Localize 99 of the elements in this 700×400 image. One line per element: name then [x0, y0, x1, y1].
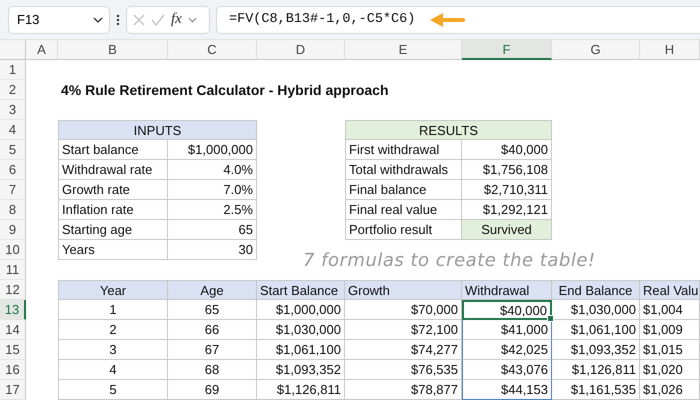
table-cell: $1,061,100: [552, 320, 640, 340]
row-header[interactable]: 10: [0, 240, 26, 260]
table-cell: 30: [168, 240, 257, 260]
column-heading: Withdrawal: [462, 280, 552, 300]
checkmark-icon[interactable]: [151, 14, 165, 26]
table-cell: 2: [58, 320, 168, 340]
column-heading: Start Balance: [257, 280, 345, 300]
table-cell: Final balance: [345, 180, 462, 200]
table-cell: $1,004: [640, 300, 700, 320]
table-cell: $1,030,000: [552, 300, 640, 320]
row-header[interactable]: 4: [0, 120, 26, 140]
column-header[interactable]: A: [26, 40, 58, 60]
table-cell: $72,100: [345, 320, 462, 340]
column-header[interactable]: D: [257, 40, 345, 60]
table-cell: 66: [168, 320, 257, 340]
column-heading: End Balance: [552, 280, 640, 300]
table-cell: $1,093,352: [552, 340, 640, 360]
row-header[interactable]: 7: [0, 180, 26, 200]
table-cell: Final real value: [345, 200, 462, 220]
name-box[interactable]: F13: [8, 6, 110, 34]
column-header[interactable]: C: [168, 40, 257, 60]
column-heading: Real Valu: [640, 280, 700, 300]
table-cell: 65: [168, 300, 257, 320]
table-cell: First withdrawal: [345, 140, 462, 160]
table-cell: Withdrawal rate: [58, 160, 168, 180]
arrow-left-icon: [429, 12, 466, 28]
table-cell: $1,000,000: [257, 300, 345, 320]
table-cell: $1,161,535: [552, 380, 640, 400]
table-cell: $1,009: [640, 320, 700, 340]
column-header[interactable]: H: [640, 40, 700, 60]
table-cell: $2,710,311: [462, 180, 552, 200]
table-cell: $1,126,811: [552, 360, 640, 380]
table-cell: $41,000: [462, 320, 552, 340]
table-cell: 4: [58, 360, 168, 380]
table-cell: 4.0%: [168, 160, 257, 180]
table-cell: 7.0%: [168, 180, 257, 200]
table-cell: $1,030,000: [257, 320, 345, 340]
table-cell: $74,277: [345, 340, 462, 360]
annotation-note: 7 formulas to create the table!: [302, 248, 597, 272]
row-header[interactable]: 1: [0, 60, 26, 80]
table-cell: $78,877: [345, 380, 462, 400]
table-cell: $1,061,100: [257, 340, 345, 360]
table-cell: $1,093,352: [257, 360, 345, 380]
column-heading: Age: [168, 280, 257, 300]
table-cell: 65: [168, 220, 257, 240]
table-cell: $1,026: [640, 380, 700, 400]
cancel-icon[interactable]: [133, 14, 145, 26]
table-cell: Starting age: [58, 220, 168, 240]
row-header[interactable]: 8: [0, 200, 26, 220]
table-cell: $1,126,811: [257, 380, 345, 400]
table-cell: 5: [58, 380, 168, 400]
row-header[interactable]: 6: [0, 160, 26, 180]
row-header[interactable]: 3: [0, 100, 26, 120]
row-header[interactable]: 9: [0, 220, 26, 240]
table-cell: Start balance: [58, 140, 168, 160]
table-header: INPUTS: [58, 120, 257, 140]
table-cell: 67: [168, 340, 257, 360]
table-cell: Total withdrawals: [345, 160, 462, 180]
table-cell: $76,535: [345, 360, 462, 380]
row-header[interactable]: 13: [0, 300, 26, 320]
table-header: RESULTS: [345, 120, 552, 140]
table-cell: $1,020: [640, 360, 700, 380]
table-cell: 2.5%: [168, 200, 257, 220]
table-cell: Growth rate: [58, 180, 168, 200]
table-cell: 3: [58, 340, 168, 360]
table-cell: 69: [168, 380, 257, 400]
table-cell: 68: [168, 360, 257, 380]
table-cell: $1,756,108: [462, 160, 552, 180]
more-options-icon[interactable]: [116, 14, 120, 26]
row-header[interactable]: 15: [0, 340, 26, 360]
table-cell: $42,025: [462, 340, 552, 360]
sheet-title: 4% Rule Retirement Calculator - Hybrid approach: [60, 81, 390, 100]
table-cell: $1,015: [640, 340, 700, 360]
table-cell: $43,076: [462, 360, 552, 380]
table-cell: $40,000: [462, 300, 552, 320]
row-header[interactable]: 14: [0, 320, 26, 340]
column-header[interactable]: B: [58, 40, 168, 60]
column-header[interactable]: G: [552, 40, 640, 60]
insert-function-button[interactable]: fx: [171, 11, 182, 28]
table-cell: Survived: [462, 220, 552, 240]
table-cell: $1,000,000: [168, 140, 257, 160]
table-cell: Years: [58, 240, 168, 260]
row-header[interactable]: 2: [0, 80, 26, 100]
table-cell: $70,000: [345, 300, 462, 320]
row-header[interactable]: 5: [0, 140, 26, 160]
column-header[interactable]: F: [462, 40, 552, 60]
row-header[interactable]: 12: [0, 280, 26, 300]
column-heading: Growth: [345, 280, 462, 300]
table-cell: $40,000: [462, 140, 552, 160]
chevron-down-icon[interactable]: [93, 16, 103, 22]
column-heading: Year: [58, 280, 168, 300]
formula-field[interactable]: =FV(C8,B13#-1,0,-C5*C6): [216, 6, 700, 34]
row-header[interactable]: 16: [0, 360, 26, 380]
row-header[interactable]: 17: [0, 380, 26, 400]
row-header[interactable]: 11: [0, 260, 26, 280]
column-header[interactable]: E: [345, 40, 462, 60]
table-cell: $44,153: [462, 380, 552, 400]
table-cell: Inflation rate: [58, 200, 168, 220]
table-cell: 1: [58, 300, 168, 320]
